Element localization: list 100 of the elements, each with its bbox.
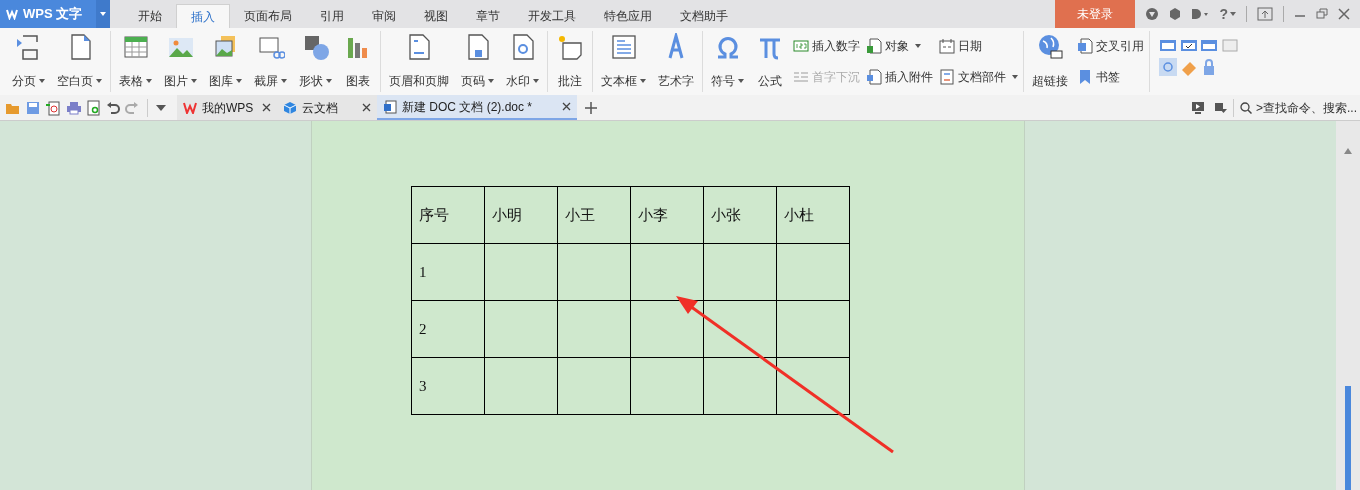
menu-tab[interactable]: 页面布局 xyxy=(230,4,306,28)
ribbon-button[interactable]: 艺术字 xyxy=(653,31,699,92)
ribbon-button[interactable]: 书签 xyxy=(1077,67,1144,86)
hexagon-icon xyxy=(1169,8,1182,20)
caret-icon xyxy=(533,79,539,83)
menu-tab[interactable]: 特色应用 xyxy=(590,4,666,28)
document-tab[interactable]: 云文档 xyxy=(277,95,377,120)
caret-icon xyxy=(100,12,106,16)
menu-tab[interactable]: 开始 xyxy=(124,4,176,28)
pdf-export-icon[interactable] xyxy=(45,99,61,116)
close-icon[interactable] xyxy=(562,102,571,111)
text-field-icon[interactable] xyxy=(1159,38,1177,52)
skin-icon xyxy=(1145,7,1160,21)
document-icon xyxy=(383,99,397,114)
checkbox-icon[interactable] xyxy=(1179,38,1198,52)
menu-tab[interactable]: 文档助手 xyxy=(666,4,742,28)
help-button[interactable]: ? xyxy=(1219,3,1228,25)
table-cell-text: 3 xyxy=(419,377,427,394)
ribbon-button[interactable]: 水印 xyxy=(501,31,544,92)
print-icon[interactable] xyxy=(66,100,82,115)
ribbon-button[interactable]: 符号 xyxy=(706,31,749,92)
table-cell-text: 1 xyxy=(419,263,427,280)
caret-icon xyxy=(640,79,646,83)
caret-icon xyxy=(191,79,197,83)
ribbon-button[interactable]: 页眉和页脚 xyxy=(384,31,454,92)
menu-tab[interactable]: 引用 xyxy=(306,4,358,28)
ribbon-button[interactable]: 空白页 xyxy=(52,31,107,92)
menu-tab[interactable]: 开发工具 xyxy=(514,4,590,28)
caret-icon xyxy=(1012,74,1018,79)
ribbon-button[interactable]: 超链接 xyxy=(1027,31,1073,92)
ribbon-button[interactable]: 文档部件 xyxy=(939,67,1018,86)
ribbon-button[interactable]: 图片 xyxy=(159,31,202,92)
ribbon-button[interactable]: 交叉引用 xyxy=(1077,37,1144,56)
save-icon[interactable] xyxy=(26,100,40,115)
globe-link-icon xyxy=(1036,33,1064,61)
share-icon xyxy=(1191,8,1210,20)
table-cell-text: 小李 xyxy=(638,206,668,223)
vertical-scrollbar[interactable] xyxy=(1336,121,1360,490)
close-icon[interactable] xyxy=(1338,8,1350,20)
caret-icon xyxy=(326,79,332,83)
ribbon-button[interactable]: 插入数字 xyxy=(793,37,860,56)
settings-dropdown-icon[interactable] xyxy=(1215,101,1227,114)
ribbon-button[interactable]: 文本框 xyxy=(596,31,651,92)
ribbon-button[interactable]: 形状 xyxy=(294,31,337,92)
logo-icon xyxy=(6,8,18,20)
ribbon-button[interactable]: 图库 xyxy=(204,31,247,92)
document-tab[interactable]: 新建 DOC 文档 (2).doc * xyxy=(377,95,577,120)
caret-icon xyxy=(236,79,242,83)
ribbon-button[interactable]: 插入附件 xyxy=(866,67,933,86)
undo-icon[interactable] xyxy=(106,100,120,115)
search-field[interactable]: >查找命令、搜索... xyxy=(1240,97,1360,118)
caret-icon xyxy=(281,79,287,83)
new-tab-icon[interactable] xyxy=(585,101,597,114)
monitor-icon[interactable] xyxy=(1192,101,1204,114)
ribbon-button[interactable]: 图表 xyxy=(339,31,377,92)
caret-icon xyxy=(146,79,152,83)
ribbon-button[interactable]: 截屏 xyxy=(249,31,292,92)
dropdown-list-icon[interactable] xyxy=(1200,38,1218,52)
table-cell-text: 小明 xyxy=(492,206,522,223)
menu-tab[interactable]: 审阅 xyxy=(358,4,410,28)
number-icon xyxy=(793,38,809,55)
ribbon-button[interactable]: 分页 xyxy=(7,31,50,92)
close-icon[interactable] xyxy=(262,103,271,112)
document-parts-icon xyxy=(939,68,955,85)
caret-icon xyxy=(915,44,921,49)
restore-icon[interactable] xyxy=(1316,8,1328,20)
caret-icon xyxy=(488,79,494,83)
caret-icon xyxy=(39,79,45,83)
cube-icon xyxy=(283,100,297,115)
ribbon-button[interactable]: 日期 xyxy=(939,37,1018,56)
table-icon xyxy=(121,33,150,61)
table-cell-text: 小张 xyxy=(711,206,741,223)
redo-icon[interactable] xyxy=(125,100,139,115)
bookmark-icon xyxy=(1077,68,1093,85)
wps-logo-icon xyxy=(183,101,197,114)
document-tab[interactable]: 我的WPS xyxy=(177,95,277,120)
caret-icon xyxy=(96,79,102,83)
search-icon xyxy=(1240,101,1252,114)
close-icon[interactable] xyxy=(362,103,371,112)
table-cell-text: 小王 xyxy=(565,206,595,223)
menu-tab[interactable]: 插入 xyxy=(176,4,230,28)
table-cell-text: 2 xyxy=(419,320,427,337)
ribbon-button[interactable]: 批注 xyxy=(551,31,589,92)
caret-icon xyxy=(738,79,744,83)
object-icon xyxy=(866,38,882,55)
menu-tab[interactable]: 章节 xyxy=(462,4,514,28)
text-box-icon xyxy=(609,33,638,61)
menu-tab[interactable]: 视图 xyxy=(410,4,462,28)
ribbon-button[interactable]: 表格 xyxy=(114,31,157,92)
print-preview-icon[interactable] xyxy=(87,99,101,116)
calendar-icon xyxy=(939,38,955,55)
ribbon-button[interactable]: 公式 xyxy=(751,31,789,92)
table-cell-text: 小杜 xyxy=(784,206,814,223)
text-symbol-icon[interactable] xyxy=(1159,58,1177,76)
app-menu-button[interactable]: WPS 文字 xyxy=(0,0,110,28)
upload-icon[interactable] xyxy=(1257,7,1273,21)
ribbon-button[interactable]: 对象 xyxy=(866,37,933,56)
ribbon-button[interactable]: 页码 xyxy=(456,31,499,92)
dropdown-icon[interactable] xyxy=(156,104,166,111)
scroll-up-icon[interactable] xyxy=(1344,148,1352,154)
